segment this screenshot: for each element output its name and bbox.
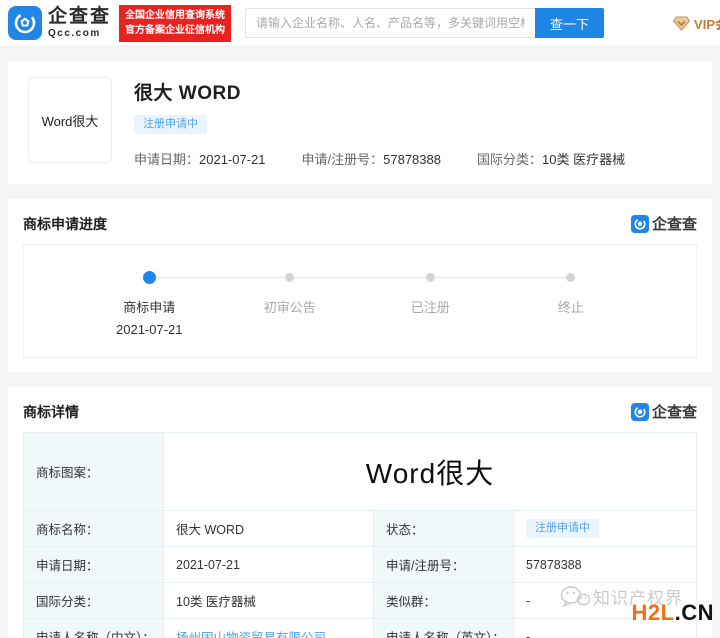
trademark-summary-card: Word很大 很大 WORD 注册申请中 申请日期：2021-07-21 申请/… [8, 61, 712, 184]
progress-section-title: 商标申请进度 [23, 215, 107, 232]
trademark-thumbnail-text: Word很大 [41, 113, 99, 129]
status-badge: 注册申请中 [134, 115, 207, 134]
trademark-image-cell: Word很大 [163, 432, 697, 511]
cell-label: 国际分类： [23, 582, 164, 619]
trademark-title: 很大 WORD [134, 83, 241, 104]
cell-label: 类似群： [373, 582, 514, 619]
qcc-watermark: 企查查 [630, 213, 697, 234]
table-row: 商标图案： Word很大 [23, 432, 697, 511]
qcc-watermark-text: 企查查 [651, 216, 697, 233]
cell-label: 申请人名称（英文）： [373, 618, 514, 638]
cell-value: 57878388 [513, 546, 697, 583]
top-header: 企查查 Qcc.com 全国企业信用查询系统 官方备案企业征信机构 查一下 VI… [0, 0, 720, 47]
cell-label: 商标图案： [23, 432, 164, 511]
field-intl-class: 国际分类：10类 医疗器械 [476, 152, 626, 167]
logo-domain: Qcc.com [48, 28, 101, 39]
field-apply-date: 申请日期：2021-07-21 [134, 152, 266, 167]
vip-link[interactable]: VIP会 [673, 14, 720, 33]
search-input[interactable] [245, 8, 536, 38]
step-registered: 已注册 [360, 271, 501, 337]
qcc-watermark-icon [630, 214, 649, 233]
progress-stepper: 商标申请 2021-07-21 初审公告 已注册 终止 [23, 244, 697, 358]
table-row: 申请日期： 2021-07-21 申请/注册号： 57878388 [23, 546, 697, 583]
h2l-watermark: 知识产权界 H2L.CN [560, 584, 716, 630]
cell-value: 注册申请中 [513, 510, 697, 547]
applicant-company-link[interactable]: 扬州固山物资贸易有限公司 [176, 631, 326, 638]
cell-label: 申请/注册号： [373, 546, 514, 583]
cell-label: 商标名称： [23, 510, 164, 547]
logo-name: 企查查 [48, 6, 112, 27]
qcc-logo-icon [8, 6, 42, 40]
table-row: 商标名称： 很大 WORD 状态： 注册申请中 [23, 510, 697, 547]
vip-diamond-icon [673, 16, 691, 31]
wechat-icon [560, 585, 590, 607]
certification-line-1: 全国企业信用查询系统 [125, 9, 226, 21]
trademark-thumbnail: Word很大 [28, 77, 112, 163]
certification-badge: 全国企业信用查询系统 官方备案企业征信机构 [119, 4, 232, 42]
trademark-meta: 申请日期：2021-07-21 申请/注册号：57878388 国际分类：10类… [134, 149, 625, 168]
progress-section: 商标申请进度 企查查 商标申请 2021-07-21 初审公告 已注册 终止 [8, 199, 712, 372]
vip-label: VIP会 [694, 16, 720, 32]
qcc-watermark-text: 企查查 [651, 404, 697, 421]
step-terminated: 终止 [501, 271, 642, 337]
h2l-brand: H2L.CN [631, 600, 714, 625]
cell-value: 扬州固山物资贸易有限公司 [163, 618, 374, 638]
status-badge: 注册申请中 [526, 519, 599, 538]
step-date: 2021-07-21 [116, 322, 183, 337]
field-reg-number: 申请/注册号：57878388 [301, 152, 441, 167]
step-dot [285, 273, 295, 282]
step-preliminary-review: 初审公告 [220, 271, 361, 337]
details-section-title: 商标详情 [23, 403, 79, 420]
cell-value: 很大 WORD [163, 510, 374, 547]
qcc-logo[interactable]: 企查查 Qcc.com [8, 6, 111, 40]
search-button[interactable]: 查一下 [535, 8, 605, 38]
step-dot [425, 273, 435, 282]
step-dot [566, 273, 576, 282]
cell-label: 申请日期： [23, 546, 164, 583]
qcc-watermark-icon [630, 402, 649, 421]
cell-value: 2021-07-21 [163, 546, 374, 583]
step-application: 商标申请 2021-07-21 [79, 271, 220, 337]
search-bar: 查一下 [245, 8, 605, 38]
cell-label: 申请人名称（中文）： [23, 618, 164, 638]
cell-label: 状态： [373, 510, 514, 547]
cell-value: 10类 医疗器械 [163, 582, 374, 619]
step-dot-active [142, 271, 156, 284]
qcc-watermark: 企查查 [630, 401, 697, 422]
certification-line-2: 官方备案企业征信机构 [125, 25, 226, 36]
